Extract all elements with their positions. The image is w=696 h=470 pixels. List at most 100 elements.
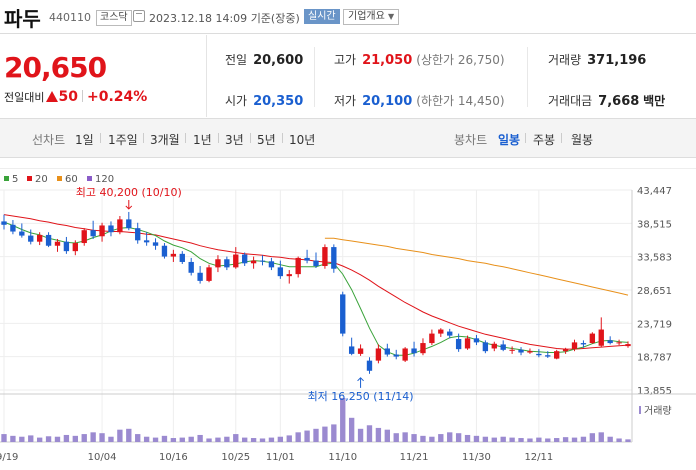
legend-label: 5 — [12, 174, 18, 185]
candle-body — [625, 344, 631, 347]
volume-bar — [286, 435, 292, 442]
realtime-badge: 실시간 — [304, 9, 340, 24]
candle-body — [518, 349, 524, 353]
volume-bar — [580, 436, 587, 442]
volume-bar — [45, 436, 52, 442]
x-tick-label: 11/30 — [462, 452, 491, 463]
candle-body — [322, 247, 328, 267]
candle-body — [429, 333, 435, 344]
volume-bar — [455, 433, 462, 442]
candle-body — [277, 267, 284, 277]
x-tick-label: 10/16 — [159, 452, 188, 463]
stock-header: 파두 440110 코스닥 2023.12.18 14:09 기준(장중) 실시… — [0, 0, 696, 34]
y-tick-label: 43,447 — [637, 186, 672, 197]
stat-high: 고가 21,050 (상한가 26,750) — [334, 53, 505, 68]
x-tick-label: 11/10 — [328, 452, 357, 463]
candle-daily[interactable]: 일봉 — [498, 131, 520, 148]
candle-monthly[interactable]: 월봉 — [571, 131, 593, 148]
x-tick-label: 10/04 — [88, 452, 117, 463]
candle-body — [607, 340, 613, 344]
up-arrow-icon — [46, 91, 59, 102]
volume-bar — [161, 435, 168, 442]
volume-bar — [340, 398, 346, 442]
volume-bar — [90, 432, 96, 442]
quote-datetime: 2023.12.18 14:09 기준(장중) — [149, 12, 300, 25]
price-panel: 20,650 전일대비 50 +0.24% — [0, 35, 207, 117]
period-3m[interactable]: 3개월 — [150, 131, 180, 148]
candle-body — [188, 261, 194, 273]
volume-bar — [117, 429, 123, 442]
volume-bar — [295, 432, 301, 442]
volume-bar — [402, 432, 408, 442]
y-tick-label: 13,855 — [637, 386, 672, 397]
candle-body — [464, 338, 471, 349]
stock-chart[interactable]: 13,855 18,787 23,719 28,651 33,583 38,515 43,4… — [0, 168, 696, 470]
volume-bar — [99, 433, 105, 442]
market-badge: 코스닥 — [96, 10, 132, 26]
x-tick-label: 09/19 — [0, 452, 18, 463]
volume-bar — [518, 438, 524, 442]
y-tick-label: 38,515 — [637, 219, 672, 230]
period-3y[interactable]: 3년 — [225, 131, 244, 148]
candle-body — [45, 234, 52, 246]
volume-bar — [393, 433, 399, 442]
candle-body — [571, 342, 578, 350]
candle-body — [447, 331, 453, 336]
volume-bar — [420, 435, 426, 442]
stat-volume: 거래량 371,196 — [548, 53, 647, 68]
volume-bar — [447, 432, 453, 442]
volume-bar — [63, 434, 70, 442]
period-10y[interactable]: 10년 — [289, 131, 315, 148]
candle-body — [99, 225, 105, 237]
volume-bar — [348, 417, 355, 442]
volume-bar — [545, 438, 551, 442]
candle-body — [295, 257, 301, 275]
volume-bar — [411, 434, 417, 442]
volume-bar — [536, 437, 542, 442]
candle-body — [384, 348, 390, 355]
volume-bar — [188, 436, 194, 442]
candle-body — [304, 257, 310, 261]
volume-bar — [224, 436, 230, 442]
candle-body — [135, 228, 141, 241]
volume-bar — [571, 437, 578, 442]
period-1d[interactable]: 1일 — [75, 131, 94, 148]
candle-body — [126, 219, 132, 229]
volume-bar — [54, 436, 61, 442]
candle-body — [28, 235, 34, 242]
candle-body — [313, 260, 319, 267]
volume-bar — [126, 428, 132, 442]
legend-label: 120 — [95, 174, 114, 185]
candle-body — [286, 274, 292, 277]
candle-body — [1, 221, 7, 225]
period-1y[interactable]: 1년 — [193, 131, 212, 148]
candle-body — [206, 267, 212, 281]
period-5y[interactable]: 5년 — [257, 131, 276, 148]
stat-amount: 거래대금 7,668 백만 — [548, 94, 666, 109]
candle-weekly[interactable]: 주봉 — [533, 131, 555, 148]
candle-body — [152, 242, 159, 246]
candle-body — [170, 253, 177, 257]
legend-label: 60 — [65, 174, 78, 185]
volume-bar — [366, 425, 373, 442]
candle-body — [357, 348, 364, 354]
candle-body — [420, 343, 426, 354]
min-price-annotation: 최저 16,250 (11/14) — [308, 390, 414, 403]
company-info-dropdown[interactable]: 기업개요 ▼ — [343, 9, 400, 25]
candle-body — [215, 259, 221, 268]
volume-bar — [268, 437, 275, 442]
candle-body — [580, 343, 587, 345]
volume-bar — [313, 428, 319, 442]
period-1w[interactable]: 1주일 — [108, 131, 138, 148]
price-change: 전일대비 50 +0.24% — [4, 89, 147, 105]
volume-bar — [135, 434, 141, 442]
y-tick-label: 28,651 — [637, 286, 672, 297]
candle-body — [233, 254, 239, 268]
volume-bar — [36, 437, 43, 442]
candle-body — [54, 241, 61, 246]
legend-swatch — [27, 176, 32, 181]
candle-body — [473, 338, 480, 343]
candle-body — [72, 243, 78, 252]
volume-bar — [554, 438, 560, 442]
volume-bar — [215, 437, 221, 442]
